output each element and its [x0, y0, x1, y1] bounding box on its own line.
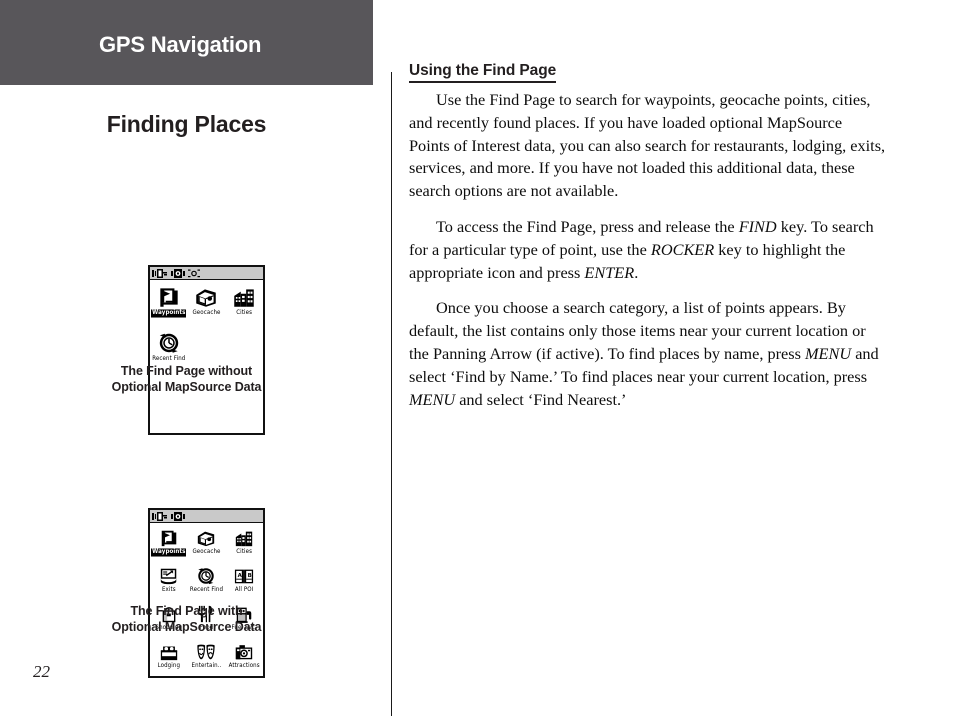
column-divider	[391, 72, 392, 716]
gps-find-category-label: Lodging	[157, 662, 181, 670]
gps-status-bar	[150, 510, 263, 523]
gps-find-category-label: Geocache	[192, 548, 221, 556]
section-title: Finding Places	[106, 111, 267, 137]
lodging-bed-icon	[157, 642, 181, 662]
gps-find-category-lodging[interactable]: Lodging	[150, 642, 188, 680]
battery-plug-icon	[152, 268, 167, 278]
gps-screen-find-page-without-mapsource: Waypoints Geocache Cities Recent Find	[148, 265, 265, 435]
gps-find-category-label: Waypoints	[151, 309, 187, 318]
gps-status-bar	[150, 267, 263, 280]
figure-caption-line-1: The Find Page without	[120, 364, 253, 378]
gps-find-category-label: All POI	[234, 586, 254, 594]
all-poi-book-icon: A B	[232, 566, 256, 586]
gps-find-category-label: Waypoints	[151, 548, 187, 557]
gps-find-category-label: Attractions	[228, 662, 260, 670]
left-sidebar-column: Finding Places Waypoints Geocache Cities…	[0, 85, 373, 716]
body-paragraph: To access the Find Page, press and relea…	[409, 216, 874, 282]
gps-find-category-label: Recent Find	[189, 586, 224, 594]
geocache-box-icon	[193, 285, 219, 309]
gps-find-category-exits[interactable]: Exits	[150, 566, 188, 604]
battery-plug-icon	[152, 511, 167, 521]
gps-find-category-waypoints[interactable]: Waypoints	[150, 285, 188, 331]
gps-find-category-label: Exits	[161, 586, 176, 594]
recent-find-clock-icon	[194, 566, 218, 586]
gps-find-category-attractions[interactable]: Attractions	[225, 642, 263, 680]
geocache-box-icon	[194, 528, 218, 548]
figure-caption-line-2: Optional MapSource Data	[111, 620, 262, 634]
gps-find-category-recent-find[interactable]: Recent Find	[188, 566, 226, 604]
gps-find-category-label: Cities	[236, 548, 253, 556]
gps-find-category-all-poi[interactable]: A B All POI	[225, 566, 263, 604]
body-paragraph: Use the Find Page to search for waypoint…	[409, 90, 886, 201]
entertainment-masks-icon	[194, 642, 218, 662]
gps-icon-grid: Waypoints Geocache Cities	[150, 523, 263, 680]
gps-find-category-geocache[interactable]: Geocache	[188, 528, 226, 566]
page-header-bar: GPS Navigation	[0, 0, 373, 85]
figure-caption-line-1: The Find Page with	[130, 604, 243, 618]
gps-find-category-label: Geocache	[192, 309, 221, 317]
main-body-column: Using the Find Page Use the Find Page to…	[409, 62, 886, 411]
svg-text:B: B	[248, 573, 252, 579]
cities-buildings-icon	[231, 285, 257, 309]
body-heading: Using the Find Page	[409, 62, 556, 83]
satellite-icon	[171, 268, 185, 278]
satellite-icon	[171, 511, 185, 521]
waypoints-flag-icon	[156, 285, 182, 309]
figure-caption-with-mapsource: The Find Page with Optional MapSource Da…	[0, 603, 373, 635]
waypoints-flag-icon	[157, 528, 181, 548]
gps-find-category-geocache[interactable]: Geocache	[188, 285, 226, 331]
body-paragraph: Once you choose a search category, a lis…	[409, 298, 879, 409]
backlight-icon	[188, 269, 200, 277]
gps-find-category-cities[interactable]: Cities	[225, 285, 263, 331]
recent-find-clock-icon	[156, 331, 182, 355]
gps-find-category-entertain[interactable]: Entertain..	[188, 642, 226, 680]
gps-find-category-label: Entertain..	[191, 662, 222, 670]
gps-find-category-waypoints[interactable]: Waypoints	[150, 528, 188, 566]
figure-caption-without-mapsource: The Find Page without Optional MapSource…	[0, 363, 373, 395]
figure-caption-line-2: Optional MapSource Data	[111, 380, 262, 394]
gps-screen-find-page-with-mapsource: Waypoints Geocache Cities Exits Recent F…	[148, 508, 265, 678]
gps-find-category-label: Cities	[236, 309, 253, 317]
page-number: 22	[33, 662, 50, 681]
gps-find-category-cities[interactable]: Cities	[225, 528, 263, 566]
page-header-title: GPS Navigation	[99, 32, 262, 57]
exits-sign-icon	[157, 566, 181, 586]
cities-buildings-icon	[232, 528, 256, 548]
attractions-camera-icon	[232, 642, 256, 662]
